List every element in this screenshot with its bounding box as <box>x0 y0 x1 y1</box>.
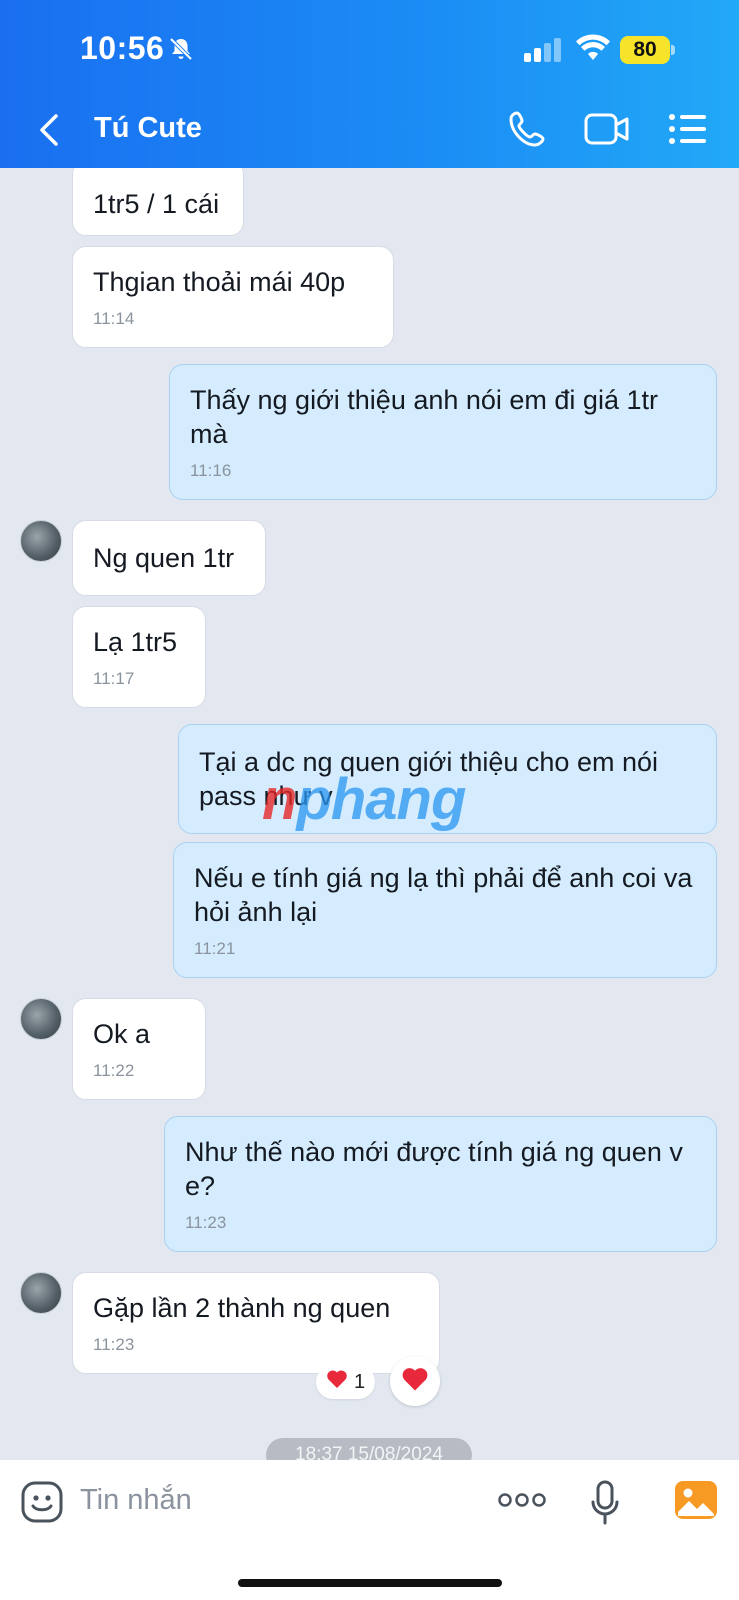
bell-slash-icon <box>168 36 194 67</box>
message-bubble[interactable]: Thgian thoải mái 40p 11:14 <box>72 246 394 348</box>
signal-icon <box>524 38 564 67</box>
chat-header: 10:56 80 Tú Cute <box>0 0 739 168</box>
back-icon[interactable] <box>36 112 62 153</box>
watermark-logo: nphang <box>262 767 466 832</box>
message-text: Ok a <box>93 1019 151 1049</box>
message-text: Ng quen 1tr <box>93 543 235 573</box>
phone-icon[interactable] <box>508 110 546 153</box>
reaction-count: 1 <box>354 1370 366 1393</box>
contact-avatar[interactable] <box>20 998 62 1040</box>
menu-list-icon[interactable] <box>668 112 708 151</box>
message-time: 11:16 <box>190 461 232 480</box>
wifi-icon <box>576 34 610 67</box>
battery-level: 80 <box>633 38 657 61</box>
message-time: 11:23 <box>93 1335 135 1354</box>
message-text: 1tr5 / 1 cái <box>93 189 220 219</box>
message-text: Thgian thoải mái 40p <box>93 267 346 297</box>
message-bubble[interactable]: Nếu e tính giá ng lạ thì phải để anh coi… <box>173 842 717 978</box>
message-bubble[interactable]: Thấy ng giới thiệu anh nói em đi giá 1tr… <box>169 364 717 500</box>
contact-name[interactable]: Tú Cute <box>94 112 202 145</box>
message-bubble[interactable]: Gặp lần 2 thành ng quen 11:23 <box>72 1272 440 1374</box>
image-icon[interactable] <box>674 1480 718 1525</box>
reaction-summary[interactable]: 1 <box>316 1365 376 1399</box>
contact-avatar[interactable] <box>20 1272 62 1314</box>
message-time: 11:22 <box>93 1061 135 1080</box>
message-text: Gặp lần 2 thành ng quen <box>93 1293 391 1323</box>
message-text: Như thế nào mới được tính giá ng quen v … <box>185 1137 683 1201</box>
more-options-icon[interactable] <box>498 1490 546 1515</box>
video-call-icon[interactable] <box>584 112 630 151</box>
message-text: Thấy ng giới thiệu anh nói em đi giá 1tr… <box>190 385 658 449</box>
status-time: 10:56 <box>80 30 165 66</box>
heart-icon <box>326 1369 348 1395</box>
heart-icon <box>401 1366 429 1397</box>
message-text: Lạ 1tr5 <box>93 627 178 657</box>
message-text: Nếu e tính giá ng lạ thì phải để anh coi… <box>194 863 693 927</box>
message-bubble[interactable]: Lạ 1tr5 11:17 <box>72 606 206 708</box>
contact-avatar[interactable] <box>20 520 62 562</box>
message-bubble[interactable]: Ng quen 1tr <box>72 520 266 596</box>
message-time: 11:17 <box>93 669 135 688</box>
message-input[interactable] <box>80 1476 460 1524</box>
message-bubble[interactable]: Như thế nào mới được tính giá ng quen v … <box>164 1116 717 1252</box>
message-time: 11:21 <box>194 939 236 958</box>
message-time: 11:23 <box>185 1213 227 1232</box>
microphone-icon[interactable] <box>590 1480 620 1531</box>
react-button[interactable] <box>390 1356 440 1406</box>
home-indicator <box>238 1579 502 1587</box>
message-bubble[interactable]: Ok a 11:22 <box>72 998 206 1100</box>
sticker-icon[interactable] <box>20 1480 64 1529</box>
message-bubble[interactable]: 1tr5 / 1 cái <box>72 168 244 236</box>
message-composer <box>0 1460 739 1600</box>
battery-indicator: 80 <box>620 36 675 64</box>
message-time: 11:14 <box>93 309 135 328</box>
